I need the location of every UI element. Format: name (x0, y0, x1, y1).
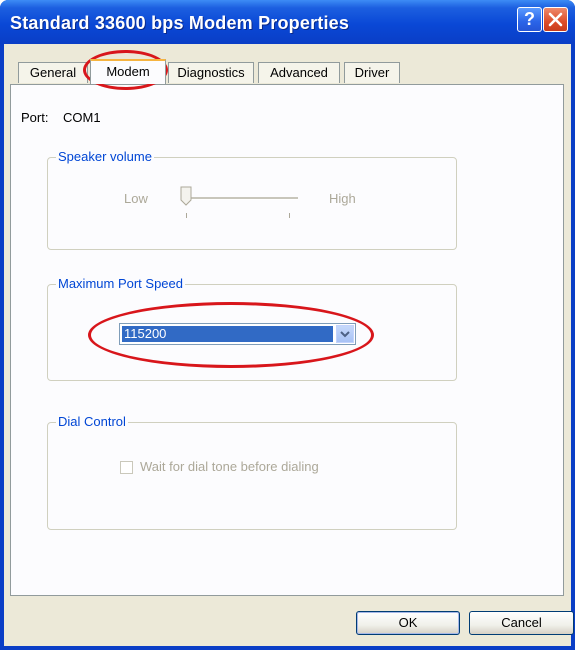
dropdown-arrow-button[interactable] (336, 325, 354, 343)
volume-tick-min (186, 213, 187, 218)
wait-dial-tone-checkbox[interactable] (120, 461, 133, 474)
volume-slider-track (186, 197, 298, 200)
close-button[interactable] (543, 7, 568, 32)
ok-button[interactable]: OK (356, 611, 460, 635)
tab-modem[interactable]: Modem (90, 59, 166, 84)
port-speed-dropdown[interactable]: 115200 (119, 323, 356, 345)
speaker-volume-group: Speaker volume Low High (47, 149, 457, 250)
max-port-speed-group: Maximum Port Speed 115200 (47, 276, 457, 381)
tab-driver[interactable]: Driver (344, 62, 400, 83)
title-bar[interactable]: Standard 33600 bps Modem Properties ? (0, 0, 575, 44)
port-value: COM1 (63, 110, 101, 125)
dial-control-legend: Dial Control (56, 414, 128, 429)
tab-advanced[interactable]: Advanced (258, 62, 340, 83)
tab-panel: Port: COM1 Speaker volume Low High Maxim… (10, 84, 564, 596)
close-icon (548, 12, 563, 27)
max-port-speed-legend: Maximum Port Speed (56, 276, 185, 291)
volume-slider-thumb[interactable] (180, 186, 192, 206)
volume-high-label: High (329, 191, 356, 206)
window-title: Standard 33600 bps Modem Properties (10, 13, 350, 33)
chevron-down-icon (340, 331, 350, 338)
help-button[interactable]: ? (517, 7, 542, 32)
dial-control-group: Dial Control Wait for dial tone before d… (47, 414, 457, 530)
tab-diagnostics[interactable]: Diagnostics (168, 62, 254, 83)
tab-general[interactable]: General (18, 62, 88, 83)
wait-dial-tone-label[interactable]: Wait for dial tone before dialing (140, 459, 319, 474)
dialog-window: Standard 33600 bps Modem Properties ? Ge… (0, 0, 575, 650)
speaker-volume-legend: Speaker volume (56, 149, 154, 164)
volume-tick-max (289, 213, 290, 218)
port-label: Port: (21, 110, 49, 125)
cancel-button[interactable]: Cancel (469, 611, 574, 635)
port-speed-value: 115200 (122, 326, 333, 342)
volume-low-label: Low (124, 191, 148, 206)
